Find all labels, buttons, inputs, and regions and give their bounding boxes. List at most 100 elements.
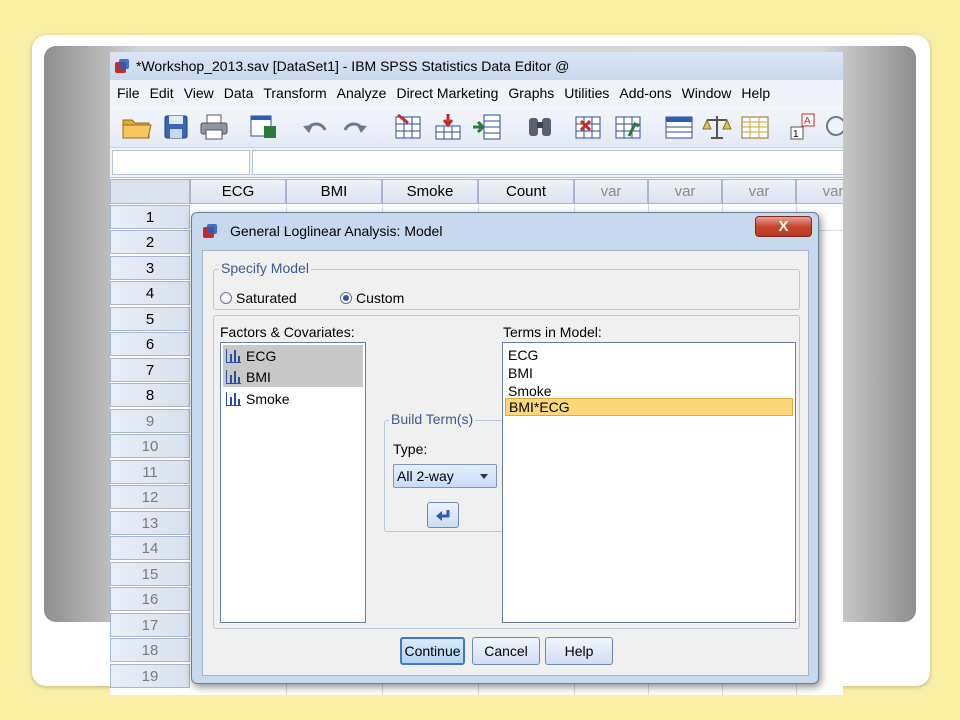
grid-corner <box>110 179 190 204</box>
row-header[interactable]: 8 <box>110 383 190 407</box>
dialog-titlebar: General Loglinear Analysis: Model <box>192 213 818 249</box>
split-file-icon[interactable] <box>662 112 696 142</box>
type-label: Type: <box>393 441 428 457</box>
svg-text:1: 1 <box>793 129 799 140</box>
move-term-button[interactable] <box>427 502 459 528</box>
select-cases-icon[interactable] <box>738 112 772 142</box>
list-item-label: ECG <box>246 347 277 364</box>
spss-app-icon <box>202 223 218 239</box>
menu-data[interactable]: Data <box>224 85 254 101</box>
undo-icon[interactable] <box>300 112 330 142</box>
toolbar: A 1 <box>110 106 843 148</box>
redo-icon[interactable] <box>340 112 370 142</box>
row-header[interactable]: 1 <box>110 205 190 229</box>
loglinear-model-dialog: General Loglinear Analysis: Model X Spec… <box>191 212 819 684</box>
type-dropdown-value: All 2-way <box>397 468 454 484</box>
cancel-button[interactable]: Cancel <box>472 637 540 665</box>
row-header[interactable]: 14 <box>110 536 190 560</box>
specify-model-label: Specify Model <box>219 260 311 276</box>
recall-dialog-icon[interactable] <box>248 112 280 142</box>
row-header[interactable]: 6 <box>110 332 190 356</box>
spss-app-icon <box>114 58 130 74</box>
column-header-smoke[interactable]: Smoke <box>382 179 478 204</box>
column-header-ecg[interactable]: ECG <box>190 179 286 204</box>
terms-listbox[interactable]: ECG BMI Smoke BMI*ECG <box>502 342 796 623</box>
row-header[interactable]: 19 <box>110 664 190 688</box>
list-item-label: BMI <box>246 368 271 385</box>
svg-text:A: A <box>804 116 811 127</box>
menu-transform[interactable]: Transform <box>263 85 326 101</box>
column-header-bmi[interactable]: BMI <box>286 179 382 204</box>
row-header[interactable]: 18 <box>110 638 190 662</box>
list-item-smoke[interactable]: Smoke <box>223 388 363 409</box>
menu-bar: File Edit View Data Transform Analyze Di… <box>110 80 843 106</box>
model-terms-panel: Factors & Covariates: ECG BMI Smoke Buil… <box>213 315 800 629</box>
cell-value-box[interactable] <box>252 150 843 175</box>
row-header[interactable]: 16 <box>110 587 190 611</box>
menu-utilities[interactable]: Utilities <box>564 85 609 101</box>
row-header[interactable]: 11 <box>110 460 190 484</box>
dialog-close-button[interactable]: X <box>755 216 812 237</box>
column-header-count[interactable]: Count <box>478 179 574 204</box>
save-icon[interactable] <box>162 112 190 142</box>
chevron-down-icon <box>480 474 488 479</box>
menu-add-ons[interactable]: Add-ons <box>619 85 671 101</box>
goto-variable-icon[interactable] <box>432 112 466 142</box>
row-header[interactable]: 13 <box>110 511 190 535</box>
row-header[interactable]: 9 <box>110 409 190 433</box>
factors-label: Factors & Covariates: <box>220 324 355 340</box>
menu-direct-marketing[interactable]: Direct Marketing <box>396 85 498 101</box>
print-icon[interactable] <box>198 112 230 142</box>
menu-view[interactable]: View <box>184 85 214 101</box>
factors-listbox[interactable]: ECG BMI Smoke <box>220 342 366 623</box>
menu-edit[interactable]: Edit <box>150 85 174 101</box>
column-header-var[interactable]: var <box>722 179 796 204</box>
find-icon[interactable] <box>524 112 556 142</box>
radio-saturated[interactable]: Saturated <box>220 290 297 306</box>
continue-button[interactable]: Continue <box>400 637 465 665</box>
menu-analyze[interactable]: Analyze <box>337 85 387 101</box>
insert-variable-icon[interactable] <box>612 112 646 142</box>
radio-custom-label: Custom <box>356 290 405 306</box>
menu-file[interactable]: File <box>117 85 140 101</box>
column-header-var[interactable]: var <box>574 179 648 204</box>
list-item-bmi[interactable]: BMI <box>223 366 363 387</box>
row-header[interactable]: 12 <box>110 485 190 509</box>
row-header[interactable]: 5 <box>110 307 190 331</box>
menu-graphs[interactable]: Graphs <box>508 85 554 101</box>
scale-variable-icon <box>226 348 241 363</box>
window-titlebar: *Workshop_2013.sav [DataSet1] - IBM SPSS… <box>110 52 843 80</box>
window-title: *Workshop_2013.sav [DataSet1] - IBM SPSS… <box>136 58 570 74</box>
term-item-selected[interactable]: BMI*ECG <box>505 398 793 416</box>
column-header-var[interactable]: var <box>648 179 722 204</box>
row-header[interactable]: 7 <box>110 358 190 382</box>
row-header[interactable]: 17 <box>110 613 190 637</box>
cell-editor-bar <box>110 148 843 178</box>
row-header[interactable]: 3 <box>110 256 190 280</box>
use-sets-icon[interactable] <box>822 112 843 142</box>
type-dropdown[interactable]: All 2-way <box>393 464 497 488</box>
column-header-var[interactable]: var <box>796 179 843 204</box>
specify-model-group: Specify Model Saturated Custom <box>213 260 800 310</box>
radio-off-icon <box>220 292 232 304</box>
value-labels-icon[interactable]: A 1 <box>788 112 818 142</box>
radio-on-icon <box>340 292 352 304</box>
open-file-icon[interactable] <box>120 112 154 142</box>
row-header[interactable]: 15 <box>110 562 190 586</box>
variables-icon[interactable] <box>470 112 504 142</box>
insert-cases-icon[interactable] <box>572 112 606 142</box>
row-header[interactable]: 10 <box>110 434 190 458</box>
radio-custom[interactable]: Custom <box>340 290 404 306</box>
list-item-ecg[interactable]: ECG <box>223 345 363 366</box>
goto-case-icon[interactable] <box>392 112 426 142</box>
row-header[interactable]: 2 <box>110 230 190 254</box>
menu-window[interactable]: Window <box>682 85 732 101</box>
dialog-body: Specify Model Saturated Custom Factors &… <box>202 250 809 676</box>
help-button[interactable]: Help <box>545 637 613 665</box>
terms-label: Terms in Model: <box>503 324 602 340</box>
cell-name-box[interactable] <box>112 150 250 175</box>
scale-variable-icon <box>226 369 241 384</box>
menu-help[interactable]: Help <box>741 85 770 101</box>
weight-cases-icon[interactable] <box>700 112 734 142</box>
row-header[interactable]: 4 <box>110 281 190 305</box>
